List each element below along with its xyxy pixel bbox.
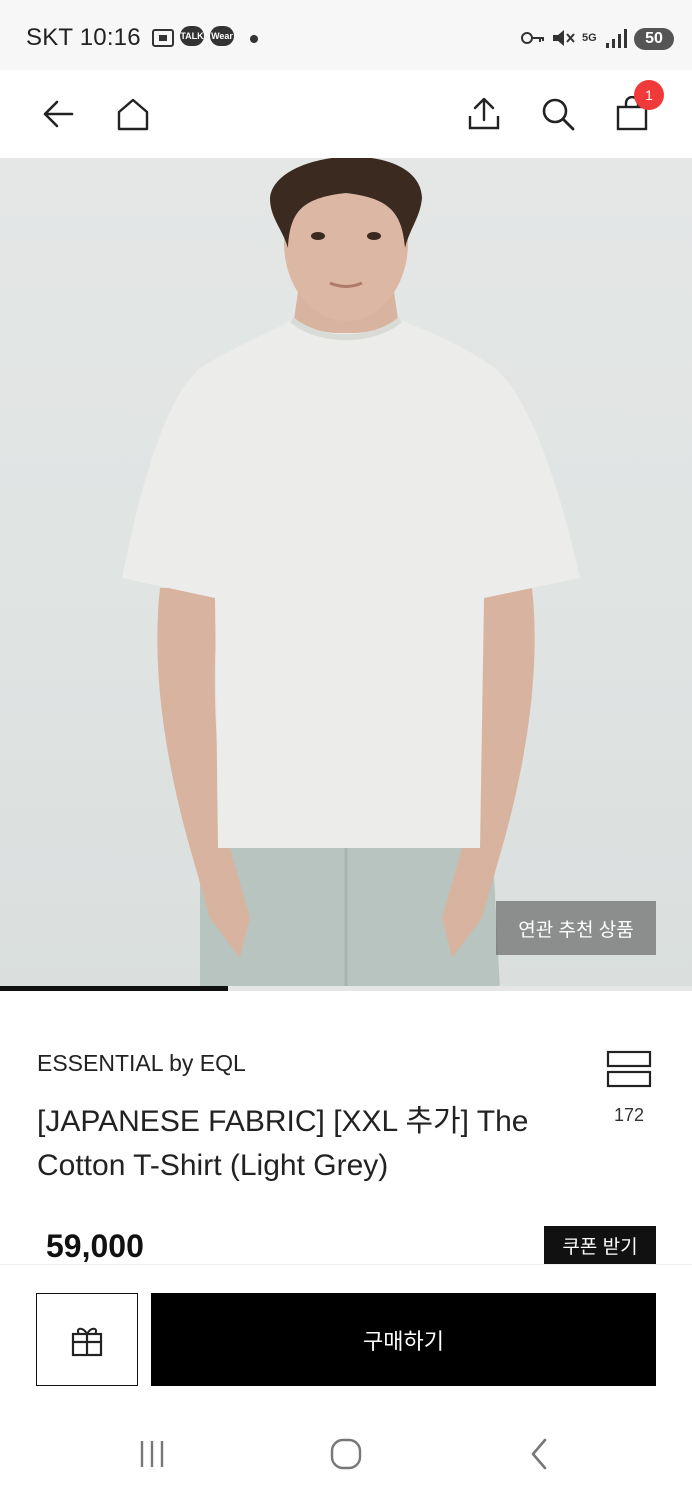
wishlist-button[interactable]: 172 — [596, 1050, 662, 1126]
buy-button[interactable]: 구매하기 — [151, 1293, 656, 1386]
screenshot-icon — [150, 26, 176, 50]
network-type: 5G — [582, 32, 597, 44]
image-progress-fill — [0, 986, 229, 991]
product-image[interactable] — [0, 158, 692, 990]
recent-apps-button[interactable] — [122, 1430, 182, 1478]
signal-icon — [604, 26, 630, 50]
gift-icon — [71, 1327, 103, 1356]
arrow-left-icon — [43, 100, 74, 128]
model-photo — [122, 158, 580, 990]
battery-indicator: 50 — [634, 28, 674, 50]
wishlist-count: 172 — [613, 1105, 645, 1125]
wear-icon: Wear — [210, 26, 234, 46]
search-button[interactable] — [532, 88, 584, 140]
product-price: 59,000 — [46, 1228, 144, 1264]
related-products-button[interactable]: 연관 추천 상품 — [496, 901, 656, 955]
back-button[interactable] — [32, 88, 84, 140]
system-back-button[interactable] — [510, 1430, 570, 1478]
product-title: [JAPANESE FABRIC] [XXL 추가] The Cotton T-… — [37, 1105, 529, 1182]
system-home-button[interactable] — [316, 1430, 376, 1478]
share-icon — [468, 97, 500, 130]
home-icon — [117, 98, 149, 131]
home-button[interactable] — [107, 88, 159, 140]
cart-count-badge: 1 — [634, 80, 664, 110]
share-button[interactable] — [458, 88, 510, 140]
system-nav-bar — [0, 1404, 692, 1500]
status-bar: SKT 10:16 TALK Wear 5G 50 — [0, 0, 692, 70]
status-time: 10:16 — [79, 24, 141, 51]
recent-apps-icon — [140, 1441, 164, 1467]
chevron-left-icon — [531, 1438, 547, 1470]
brand-name[interactable]: ESSENTIAL by EQL — [37, 1050, 246, 1077]
system-home-icon — [330, 1438, 362, 1470]
search-icon — [542, 98, 575, 131]
gift-button[interactable] — [36, 1293, 138, 1386]
vpn-key-icon — [520, 26, 546, 50]
top-nav: 1 — [0, 70, 692, 158]
mute-icon — [550, 26, 576, 50]
kakaotalk-icon: TALK — [180, 26, 204, 46]
coupon-button[interactable]: 쿠폰 받기 — [544, 1226, 656, 1264]
notification-dot-icon — [250, 35, 258, 43]
carrier-label: SKT — [26, 24, 73, 51]
bookmark-stack-icon — [606, 1050, 652, 1088]
status-carrier-time: SKT 10:16 — [26, 24, 141, 52]
image-progress-track — [0, 986, 692, 991]
